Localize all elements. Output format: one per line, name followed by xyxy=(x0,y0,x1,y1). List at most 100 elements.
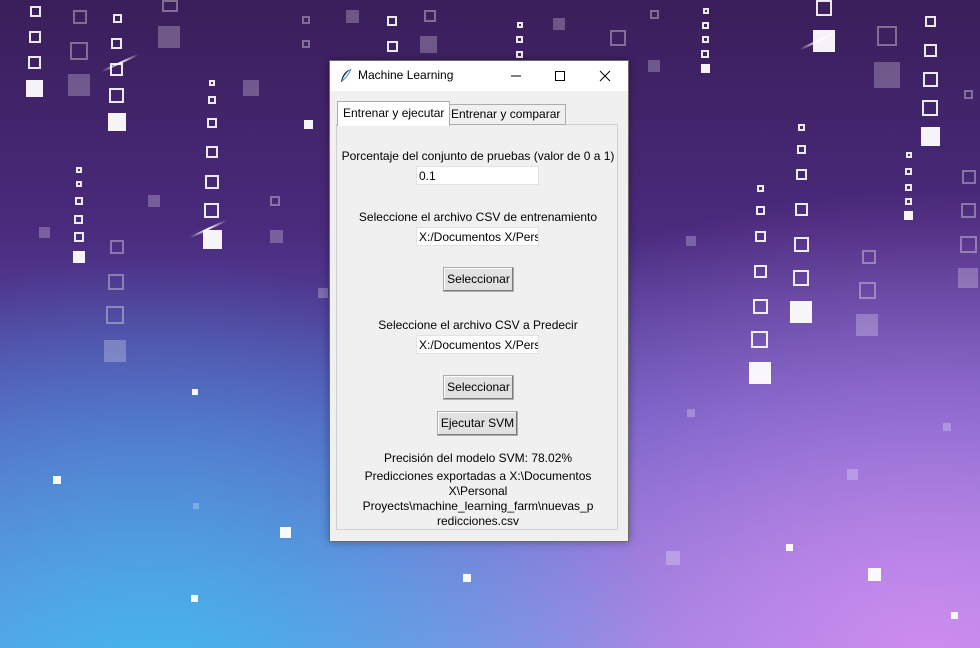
decor-square xyxy=(104,340,126,362)
decor-square xyxy=(74,215,83,224)
decor-square xyxy=(847,469,858,480)
export-line: Predicciones exportadas a X:\Documentos xyxy=(364,469,592,483)
maximize-icon xyxy=(554,67,566,86)
decor-square xyxy=(280,527,291,538)
tab-entrenar-ejecutar[interactable]: Entrenar y ejecutar xyxy=(337,101,451,126)
decor-square xyxy=(906,152,912,158)
decor-square xyxy=(790,301,812,323)
decor-square xyxy=(862,250,876,264)
export-line: redicciones.csv xyxy=(436,514,520,528)
decor-square xyxy=(951,612,958,619)
decor-square xyxy=(463,574,471,582)
decor-square xyxy=(209,80,215,86)
decor-square xyxy=(756,206,765,215)
decor-square xyxy=(39,227,50,238)
decor-square xyxy=(162,0,178,12)
decor-square xyxy=(73,10,87,24)
select-predict-csv-button[interactable]: Seleccionar xyxy=(443,375,514,400)
decor-square xyxy=(701,64,710,73)
decor-square xyxy=(420,36,437,53)
app-window: Machine Learning Entrenar y ejecutar Ent… xyxy=(329,60,629,542)
decor-square xyxy=(387,41,398,52)
decor-square xyxy=(816,0,832,16)
decor-square xyxy=(517,22,523,28)
decor-square xyxy=(148,195,160,207)
decor-square xyxy=(75,197,83,205)
decor-square xyxy=(962,170,976,184)
train-csv-path-field[interactable]: X:/Documentos X/Pers xyxy=(416,227,539,246)
decor-square xyxy=(30,6,41,17)
decor-square xyxy=(192,389,198,395)
decor-square xyxy=(70,42,88,60)
export-line: Proyects\machine_learning_farm\nuevas_p xyxy=(362,499,594,513)
decor-square xyxy=(553,18,565,30)
decor-square xyxy=(204,203,219,218)
decor-square xyxy=(786,544,793,551)
decor-square xyxy=(26,80,43,97)
decor-square xyxy=(751,331,768,348)
select-train-csv-button[interactable]: Seleccionar xyxy=(443,267,514,292)
decor-square xyxy=(28,56,41,69)
decor-square xyxy=(666,551,680,565)
decor-square xyxy=(203,230,222,249)
predict-csv-label: Seleccione el archivo CSV a Predecir xyxy=(378,318,578,332)
test-split-input[interactable]: 0.1 xyxy=(416,166,539,185)
train-csv-label: Seleccione el archivo CSV de entrenamien… xyxy=(358,210,598,224)
decor-square xyxy=(516,51,523,58)
decor-square xyxy=(108,113,126,131)
decor-square xyxy=(610,30,626,46)
decor-square xyxy=(868,568,881,581)
decor-square xyxy=(874,62,900,88)
decor-square xyxy=(270,230,283,243)
decor-square xyxy=(905,184,912,191)
decor-square xyxy=(110,240,124,254)
decor-square xyxy=(73,251,85,263)
decor-square xyxy=(921,127,940,146)
decor-square xyxy=(270,196,280,206)
decor-square xyxy=(387,16,397,26)
run-svm-button[interactable]: Ejecutar SVM xyxy=(437,411,518,436)
decor-square xyxy=(113,14,122,23)
decor-square xyxy=(193,503,199,509)
decor-square xyxy=(798,124,805,131)
decor-square xyxy=(904,211,913,220)
decor-square xyxy=(797,145,806,154)
close-button[interactable] xyxy=(582,61,628,91)
decor-square xyxy=(53,476,61,484)
decor-square xyxy=(793,270,809,286)
decor-square xyxy=(925,16,936,27)
decor-square xyxy=(856,314,878,336)
minimize-button[interactable] xyxy=(493,61,539,91)
feather-icon xyxy=(339,68,353,84)
export-line: X\Personal xyxy=(448,484,508,498)
accuracy-text: Precisión del modelo SVM: 78.02% xyxy=(383,451,573,465)
window-title: Machine Learning xyxy=(358,68,454,82)
minimize-icon xyxy=(510,67,522,86)
decor-square xyxy=(158,26,180,48)
tab-entrenar-comparar[interactable]: Entrenar y comparar xyxy=(445,104,567,125)
decor-square xyxy=(753,299,768,314)
decor-square xyxy=(68,74,90,96)
decor-square xyxy=(859,282,876,299)
decor-square xyxy=(795,203,808,216)
decor-square xyxy=(208,96,216,104)
decor-square xyxy=(924,44,937,57)
decor-square xyxy=(109,88,124,103)
decor-square xyxy=(749,362,771,384)
decor-square xyxy=(686,236,696,246)
decor-square xyxy=(648,60,660,72)
decor-square xyxy=(205,175,219,189)
maximize-button[interactable] xyxy=(537,61,583,91)
test-split-label: Porcentaje del conjunto de pruebas (valo… xyxy=(341,149,615,163)
decor-square xyxy=(318,288,328,298)
decor-square xyxy=(754,265,767,278)
predict-csv-path-field[interactable]: X:/Documentos X/Pers xyxy=(416,335,539,354)
decor-square xyxy=(108,274,124,290)
decor-square xyxy=(346,10,359,23)
decor-square xyxy=(923,72,938,87)
decor-square xyxy=(701,50,709,58)
decor-square xyxy=(877,26,897,46)
decor-square xyxy=(905,168,912,175)
title-bar[interactable]: Machine Learning xyxy=(330,61,628,91)
decor-square xyxy=(943,423,951,431)
